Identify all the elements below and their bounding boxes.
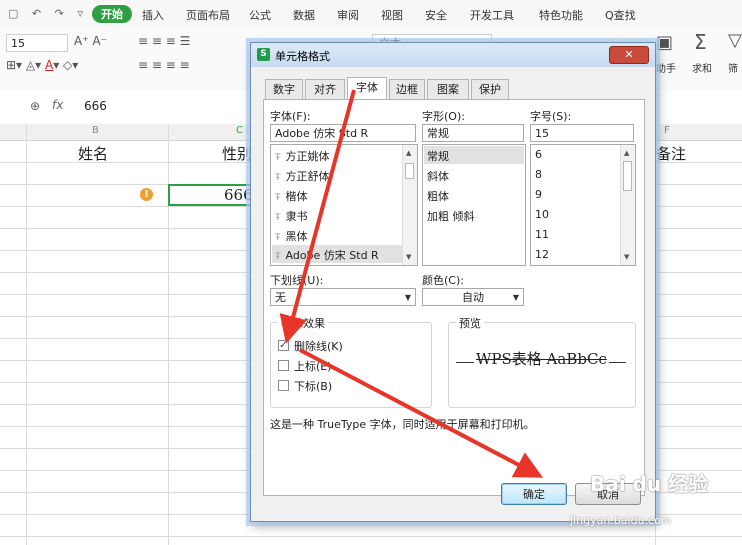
watermark-url: jingyan.baidu.com xyxy=(570,514,672,527)
arrow-to-strikethrough xyxy=(279,89,356,344)
baidu-watermark: Bai du 经验 xyxy=(590,472,709,496)
arrow-to-ok xyxy=(299,348,544,478)
annotation-arrows xyxy=(279,89,544,478)
